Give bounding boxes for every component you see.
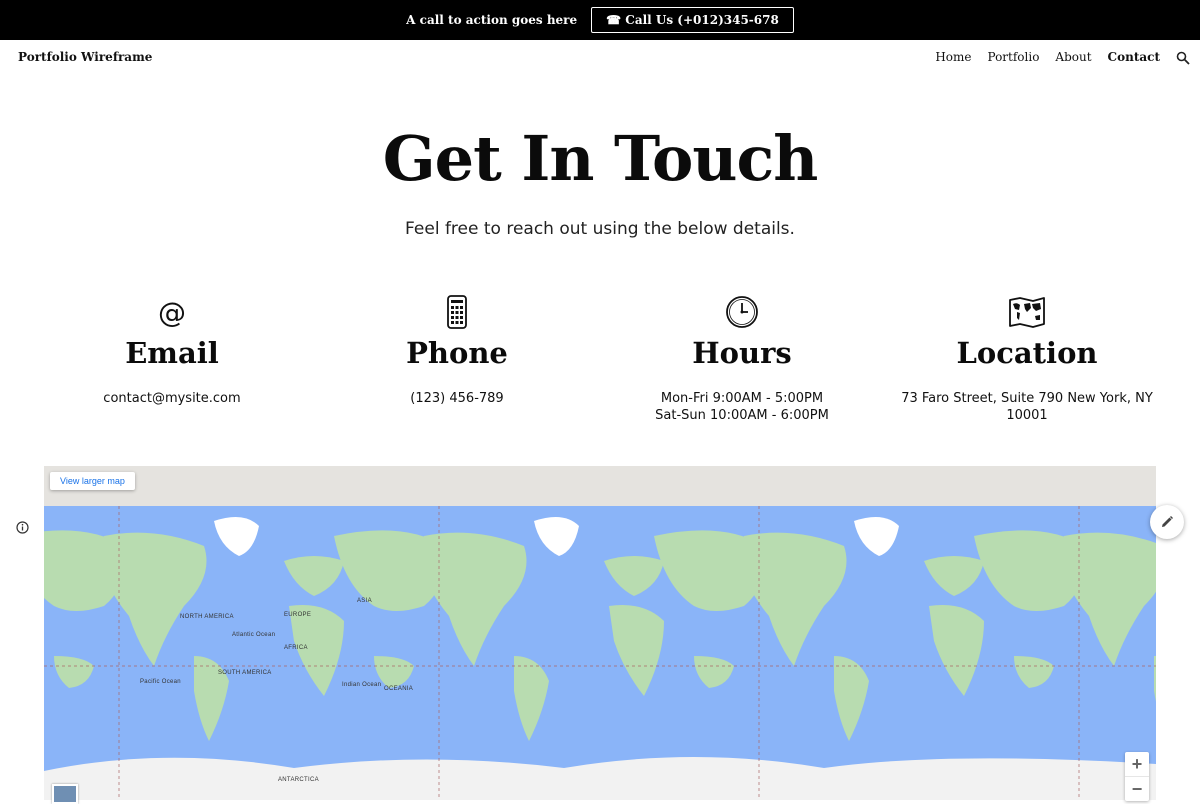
contact-email: @ Email contact@mysite.com xyxy=(42,294,302,407)
search-icon[interactable] xyxy=(1176,51,1190,65)
announcement-bar: A call to action goes here ☎ Call Us (+0… xyxy=(0,0,1200,40)
nav-home[interactable]: Home xyxy=(935,50,971,64)
map-label-asia: ASIA xyxy=(357,598,372,604)
world-map[interactable] xyxy=(44,506,1156,800)
location-heading: Location xyxy=(956,336,1098,370)
address-line-1: 73 Faro Street, Suite 790 New York, NY xyxy=(901,391,1153,406)
map-label-pacific: Pacific Ocean xyxy=(140,679,181,685)
page-subtitle: Feel free to reach out using the below d… xyxy=(405,219,795,239)
embedded-map[interactable] xyxy=(44,466,1156,800)
nav-contact[interactable]: Contact xyxy=(1108,50,1160,64)
phone-heading: Phone xyxy=(406,336,508,370)
call-us-button[interactable]: ☎ Call Us (+012)345-678 xyxy=(591,7,794,33)
nav-portfolio[interactable]: Portfolio xyxy=(987,50,1039,64)
hours-weekday: Mon-Fri 9:00AM - 5:00PM xyxy=(660,391,824,406)
map-label-europe: EUROPE xyxy=(284,612,312,618)
hours-weekend: Sat-Sun 10:00AM - 6:00PM xyxy=(655,408,829,423)
map-label-atlantic: Atlantic Ocean xyxy=(232,632,276,638)
svg-text:@: @ xyxy=(158,297,186,327)
phone-value[interactable]: (123) 456-789 xyxy=(327,390,587,407)
contact-hours: Hours Mon-Fri 9:00AM - 5:00PM Sat-Sun 10… xyxy=(612,294,872,424)
map-label-antarctica: ANTARCTICA xyxy=(278,777,319,783)
contact-location: Location 73 Faro Street, Suite 790 New Y… xyxy=(897,294,1157,424)
map-label-africa: AFRICA xyxy=(284,645,308,651)
map-icon xyxy=(1009,297,1045,328)
site-header: Portfolio Wireframe Home Portfolio About… xyxy=(0,40,1200,76)
nav-about[interactable]: About xyxy=(1055,50,1091,64)
at-sign-icon: @ xyxy=(158,297,186,327)
zoom-out-button[interactable]: − xyxy=(1125,776,1149,801)
cta-text: A call to action goes here xyxy=(406,13,578,27)
location-value: 73 Faro Street, Suite 790 New York, NY 1… xyxy=(897,390,1157,424)
map-label-oceania: OCEANIA xyxy=(384,686,414,692)
phone-icon xyxy=(447,295,467,329)
map-label-indian: Indian Ocean xyxy=(342,682,382,688)
page-title: Get In Touch xyxy=(382,122,819,195)
main-nav: Home Portfolio About Contact xyxy=(935,50,1160,64)
edit-button[interactable] xyxy=(1150,505,1184,539)
clock-icon xyxy=(726,296,758,328)
zoom-in-button[interactable]: + xyxy=(1125,752,1149,776)
address-line-2: 10001 xyxy=(1006,408,1048,423)
map-layer-thumbnail[interactable] xyxy=(52,784,78,804)
email-heading: Email xyxy=(125,336,219,370)
pencil-icon xyxy=(1162,516,1173,527)
hours-heading: Hours xyxy=(692,336,792,370)
email-value[interactable]: contact@mysite.com xyxy=(42,390,302,407)
contact-phone: Phone (123) 456-789 xyxy=(327,294,587,407)
site-brand[interactable]: Portfolio Wireframe xyxy=(18,50,152,64)
map-label-south-america: SOUTH AMERICA xyxy=(218,670,272,676)
map-label-north-america: NORTH AMERICA xyxy=(180,614,234,620)
map-zoom-controls: + − xyxy=(1125,752,1149,801)
info-icon[interactable] xyxy=(16,521,29,534)
hours-value: Mon-Fri 9:00AM - 5:00PM Sat-Sun 10:00AM … xyxy=(612,390,872,424)
view-larger-map-link[interactable]: View larger map xyxy=(50,472,135,490)
